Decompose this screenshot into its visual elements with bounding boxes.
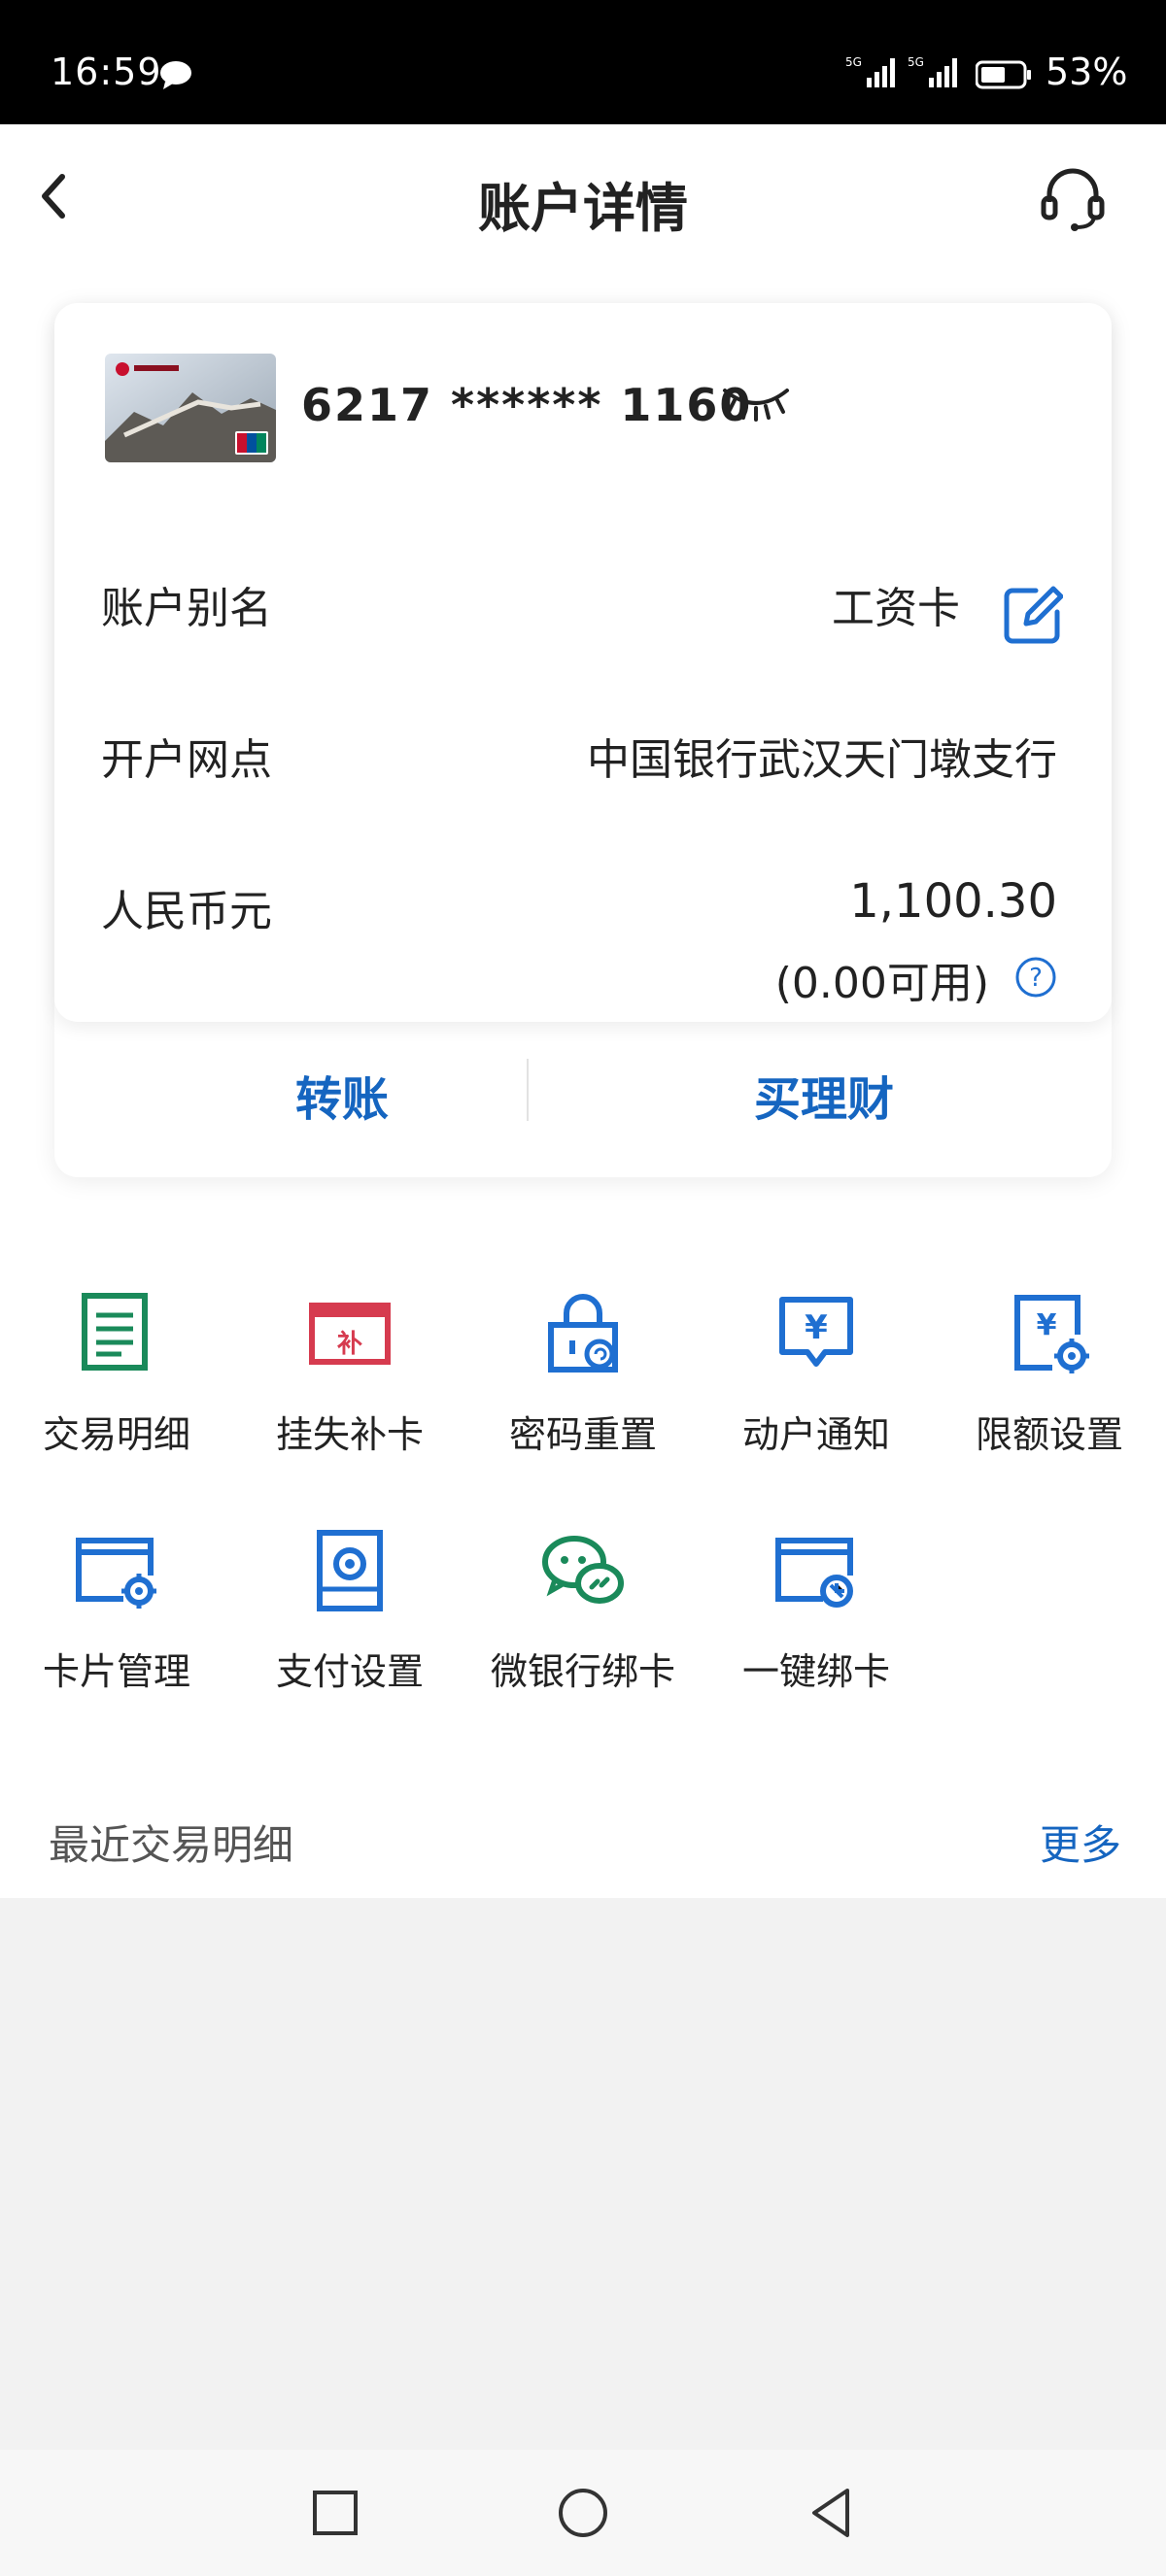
- action-divider: [527, 1059, 529, 1121]
- svg-text:¥: ¥: [1037, 1308, 1057, 1342]
- recent-transactions-title: 最近交易明细: [49, 1821, 294, 1869]
- func-transaction-details[interactable]: 交易明细: [0, 1290, 233, 1458]
- page-title: 账户详情: [478, 178, 688, 239]
- svg-text:5G: 5G: [845, 55, 862, 69]
- func-limit-settings[interactable]: ¥ 限额设置: [933, 1290, 1166, 1458]
- func-wechat-bind[interactable]: 微银行绑卡: [466, 1527, 700, 1695]
- battery-percent: 53%: [1046, 51, 1128, 93]
- branch-value: 中国银行武汉天门墩支行: [587, 735, 1057, 785]
- svg-text:补: 补: [337, 1330, 362, 1359]
- document-list-icon: [82, 1293, 148, 1371]
- account-info-panel: 6217 ****** 1160 账户别名 工资卡 开户网点 中国银行武汉天门墩…: [54, 303, 1112, 1022]
- currency-label: 人民币元: [101, 887, 272, 936]
- message-icon: [160, 61, 191, 89]
- app-header: 账户详情: [0, 124, 1166, 270]
- func-label: 一键绑卡: [741, 1650, 890, 1693]
- alias-value: 工资卡: [832, 584, 960, 633]
- lock-reset-icon: [548, 1294, 618, 1373]
- svg-text:¥: ¥: [805, 1308, 828, 1347]
- signal-icon-1: 5G: [845, 55, 895, 87]
- recent-apps-icon[interactable]: [307, 2485, 363, 2541]
- customer-service-icon[interactable]: [1038, 163, 1108, 233]
- svg-text:?: ?: [1029, 964, 1043, 993]
- card-link-icon: [775, 1538, 853, 1608]
- branch-label: 开户网点: [101, 735, 272, 785]
- func-report-loss[interactable]: 补 挂失补卡: [233, 1290, 466, 1458]
- func-one-click-bind[interactable]: 一键绑卡: [700, 1527, 933, 1695]
- func-label: 交易明细: [42, 1413, 190, 1456]
- transfer-button[interactable]: 转账: [148, 1061, 536, 1129]
- card-number: 6217 ****** 1160: [301, 379, 753, 431]
- eye-closed-icon[interactable]: [721, 383, 791, 422]
- payment-settings-icon: [317, 1530, 383, 1611]
- func-label: 卡片管理: [42, 1650, 190, 1693]
- status-bar: 16:59 5G 5G 53%: [0, 0, 1166, 124]
- wechat-bind-icon: [542, 1536, 624, 1604]
- alias-label: 账户别名: [101, 584, 272, 633]
- back-icon[interactable]: [803, 2485, 859, 2541]
- svg-text:5G: 5G: [908, 55, 924, 69]
- func-card-management[interactable]: 卡片管理: [0, 1527, 233, 1695]
- home-icon[interactable]: [555, 2485, 611, 2541]
- func-label: 密码重置: [508, 1413, 657, 1456]
- func-label: 限额设置: [975, 1413, 1123, 1456]
- func-password-reset[interactable]: 密码重置: [466, 1290, 700, 1458]
- func-account-notification[interactable]: ¥ 动户通知: [700, 1290, 933, 1458]
- system-nav-bar: [0, 2450, 1166, 2576]
- yuan-message-icon: ¥: [779, 1297, 853, 1367]
- func-label: 微银行绑卡: [490, 1650, 675, 1693]
- help-icon[interactable]: ?: [1014, 956, 1057, 999]
- more-link[interactable]: 更多: [1040, 1813, 1121, 1872]
- edit-icon[interactable]: [1003, 585, 1063, 645]
- func-label: 挂失补卡: [275, 1413, 424, 1456]
- status-time: 16:59: [51, 51, 162, 93]
- card-gear-icon: [76, 1538, 156, 1609]
- buy-wealth-button[interactable]: 买理财: [630, 1061, 1018, 1129]
- func-payment-settings[interactable]: 支付设置: [233, 1527, 466, 1695]
- available-balance: (0.00可用): [774, 959, 989, 1008]
- func-label: 动户通知: [741, 1413, 890, 1456]
- bank-card-image: [105, 354, 276, 462]
- account-card: 6217 ****** 1160 账户别名 工资卡 开户网点 中国银行武汉天门墩…: [54, 303, 1112, 1177]
- balance-value: 1,100.30: [849, 874, 1057, 929]
- yuan-gear-icon: ¥: [1014, 1295, 1089, 1373]
- battery-icon: [976, 60, 1031, 89]
- signal-icon-2: 5G: [908, 55, 957, 87]
- func-label: 支付设置: [275, 1650, 424, 1693]
- card-report-icon: 补: [309, 1303, 391, 1365]
